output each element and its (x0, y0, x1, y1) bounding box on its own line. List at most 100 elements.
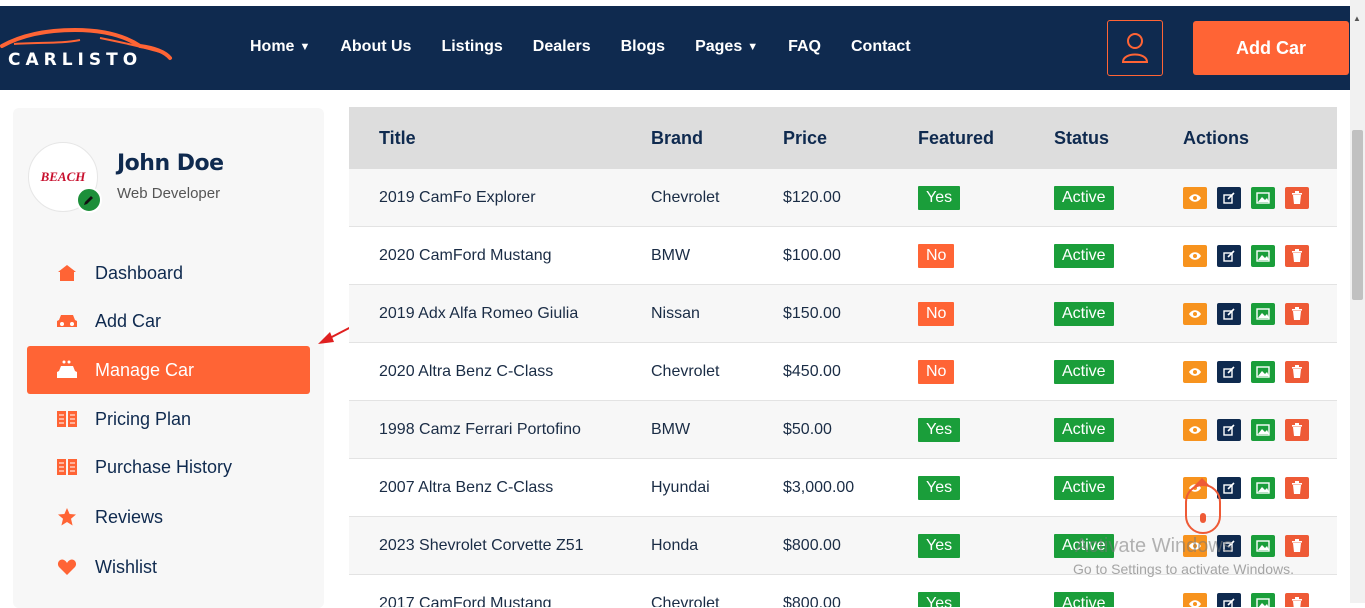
edit-button[interactable] (1217, 302, 1241, 325)
delete-button[interactable] (1285, 244, 1309, 267)
sidebar-item-label: Reviews (95, 506, 164, 527)
edit-icon (1223, 191, 1235, 204)
view-button[interactable] (1183, 418, 1207, 441)
sidebar-item-label: Add Car (95, 310, 162, 331)
car-price: $450.00 (783, 362, 841, 380)
gallery-button[interactable] (1251, 592, 1275, 607)
edit-avatar-button[interactable] (76, 187, 102, 213)
gallery-button[interactable] (1251, 186, 1275, 209)
nav-dealers-label: Dealers (532, 38, 591, 55)
nav-about-label: About Us (340, 38, 412, 55)
add-car-button[interactable]: Add Car (1193, 21, 1349, 75)
view-button[interactable] (1183, 302, 1207, 325)
nav-home-label: Home (250, 38, 295, 55)
nav-home[interactable]: Home ▼ (250, 38, 310, 56)
edit-icon (1223, 249, 1235, 262)
sidebar-item-wishlist[interactable]: Wishlist (27, 543, 310, 591)
car-icon (55, 313, 79, 329)
view-button[interactable] (1183, 244, 1207, 267)
trash-icon (1291, 481, 1303, 494)
eye-icon (1188, 425, 1202, 435)
edit-button[interactable] (1217, 244, 1241, 267)
car-title: 2007 Altra Benz C-Class (379, 478, 554, 496)
gallery-button[interactable] (1251, 360, 1275, 383)
image-icon (1256, 307, 1270, 320)
delete-button[interactable] (1285, 534, 1309, 557)
table-row: 2020 Altra Benz C-Class Chevrolet $450.00 N… (349, 343, 1337, 401)
windows-activation-watermark: Activate Windows (1075, 535, 1233, 557)
eye-icon (1188, 251, 1202, 261)
manage-car-table: Title Brand Price Featured Status Action… (349, 107, 1337, 607)
profile-role: Web Developer (117, 185, 221, 202)
delete-button[interactable] (1285, 302, 1309, 325)
sidebar-item-manage-car[interactable]: Manage Car (27, 346, 310, 394)
avatar-logo-text: BEACH (40, 169, 86, 184)
status-badge: Active (1054, 591, 1114, 607)
pencil-icon (84, 196, 93, 205)
sidebar-item-pricing-plan[interactable]: Pricing Plan (27, 395, 310, 443)
nav-pages-label: Pages (695, 38, 743, 55)
view-button[interactable] (1183, 186, 1207, 209)
sidebar-item-reviews[interactable]: Reviews (27, 493, 310, 541)
eye-icon (1188, 309, 1202, 319)
column-header-actions: Actions (1183, 127, 1250, 148)
image-icon (1256, 249, 1270, 262)
edit-button[interactable] (1217, 476, 1241, 499)
trash-icon (1291, 423, 1303, 436)
sidebar-item-dashboard[interactable]: Dashboard (27, 249, 310, 297)
delete-button[interactable] (1285, 592, 1309, 607)
status-badge: Active (1054, 359, 1114, 384)
star-icon (55, 507, 79, 527)
featured-badge: No (918, 243, 955, 268)
featured-badge: Yes (918, 591, 961, 607)
nav-pages[interactable]: Pages ▼ (695, 38, 758, 56)
trash-icon (1291, 249, 1303, 262)
row-actions (1183, 302, 1309, 325)
sidebar-item-add-car[interactable]: Add Car (27, 297, 310, 345)
history-icon (55, 458, 79, 476)
edit-icon (1223, 423, 1235, 436)
nav-about[interactable]: About Us (340, 38, 411, 56)
nav-blogs[interactable]: Blogs (621, 38, 665, 56)
gallery-button[interactable] (1251, 534, 1275, 557)
nav-listings[interactable]: Listings (441, 38, 502, 56)
image-icon (1256, 539, 1270, 552)
user-account-button[interactable] (1107, 20, 1163, 76)
delete-button[interactable] (1285, 418, 1309, 441)
logo[interactable]: CARLISTO (0, 22, 175, 78)
view-button[interactable] (1183, 592, 1207, 607)
chevron-down-icon: ▼ (299, 41, 311, 53)
gallery-button[interactable] (1251, 302, 1275, 325)
edit-button[interactable] (1217, 360, 1241, 383)
nav-listings-label: Listings (441, 38, 503, 55)
car-price: $800.00 (783, 594, 841, 608)
status-badge: Active (1054, 475, 1114, 500)
view-button[interactable] (1183, 360, 1207, 383)
scroll-up-arrow-icon[interactable]: ▲ (1353, 14, 1361, 23)
pricing-icon (55, 410, 79, 428)
nav-dealers[interactable]: Dealers (533, 38, 591, 56)
featured-badge: Yes (918, 417, 961, 442)
car-title: 2019 CamFo Explorer (379, 188, 536, 206)
table-header: Title Brand Price Featured Status Action… (349, 107, 1337, 169)
delete-button[interactable] (1285, 360, 1309, 383)
scrollbar-thumb[interactable] (1352, 130, 1363, 300)
car-price: $3,000.00 (783, 478, 855, 496)
edit-button[interactable] (1217, 186, 1241, 209)
gallery-button[interactable] (1251, 244, 1275, 267)
edit-button[interactable] (1217, 418, 1241, 441)
delete-button[interactable] (1285, 186, 1309, 209)
gallery-button[interactable] (1251, 418, 1275, 441)
page-scrollbar[interactable] (1350, 0, 1365, 603)
nav-faq[interactable]: FAQ (788, 38, 821, 56)
car-title: 2023 Shevrolet Corvette Z51 (379, 536, 584, 554)
delete-button[interactable] (1285, 476, 1309, 499)
featured-badge: Yes (918, 475, 961, 500)
edit-button[interactable] (1217, 592, 1241, 607)
gallery-button[interactable] (1251, 476, 1275, 499)
sidebar-item-purchase-history[interactable]: Purchase History (27, 443, 310, 491)
image-icon (1256, 481, 1270, 494)
nav-contact[interactable]: Contact (851, 38, 911, 56)
main-nav: Home ▼ About Us Listings Dealers Blogs Pa… (250, 38, 941, 56)
trash-icon (1291, 307, 1303, 320)
